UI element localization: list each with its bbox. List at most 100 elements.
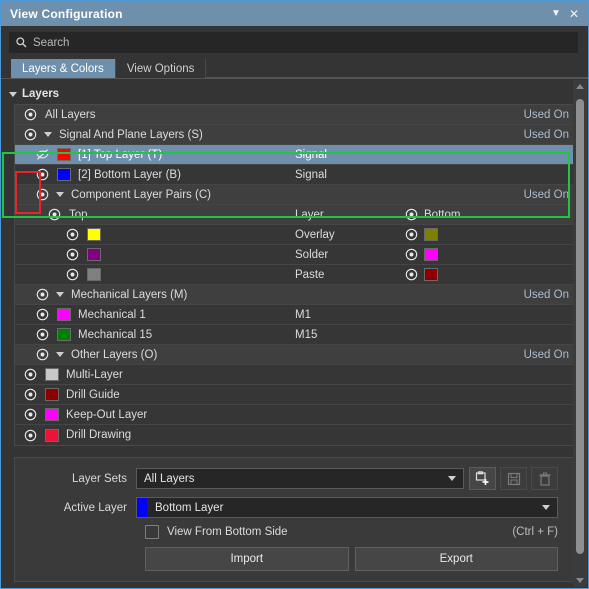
layer-name: Mechanical 15 [78, 328, 153, 341]
layers-section-header[interactable]: Layers [9, 88, 588, 100]
eye-toggle[interactable] [19, 408, 41, 421]
view-from-bottom-checkbox[interactable] [145, 525, 159, 539]
tab-bar: Layers & Colors View Options [1, 59, 588, 79]
layer-group-row[interactable]: Other Layers (O) Used On [15, 345, 578, 365]
layer-group-row[interactable]: Signal And Plane Layers (S) Used On [15, 125, 578, 145]
expander-icon[interactable] [41, 132, 55, 137]
layer-row[interactable]: Drill Guide [15, 385, 578, 405]
eye-toggle[interactable] [31, 148, 53, 161]
color-swatch-button[interactable] [87, 268, 101, 281]
eye-toggle[interactable] [19, 108, 41, 121]
tab-bar-filler [206, 59, 588, 78]
layer-pair-row[interactable]: Solder [15, 245, 578, 265]
eye-toggle-bottom-column[interactable] [405, 208, 418, 221]
layer-pair-header-row[interactable]: Top Layer Bottom [15, 205, 578, 225]
eye-toggle[interactable] [31, 168, 53, 181]
color-swatch-button[interactable] [45, 368, 59, 381]
expander-icon[interactable] [53, 292, 67, 297]
eye-toggle-bottom[interactable] [405, 228, 418, 241]
layer-name: Signal And Plane Layers (S) [59, 128, 203, 141]
color-swatch-button[interactable] [424, 228, 438, 241]
layer-row[interactable]: Keep-Out Layer [15, 405, 578, 425]
active-layer-dropdown[interactable]: Bottom Layer [136, 497, 558, 518]
used-on-link[interactable]: Used On [524, 349, 569, 361]
layer-sets-dropdown[interactable]: All Layers [136, 468, 464, 489]
layer-row[interactable]: Drill Drawing [15, 425, 578, 445]
layer-group-row[interactable]: All Layers Used On [15, 105, 578, 125]
eye-toggle[interactable] [19, 388, 41, 401]
eye-toggle-top[interactable] [61, 248, 83, 261]
eye-toggle-top[interactable] [61, 268, 83, 281]
layer-pair-bottom-cell [405, 248, 438, 261]
layer-name: Mechanical Layers (M) [71, 288, 188, 301]
column-header-bottom-cell: Bottom [405, 208, 460, 221]
scroll-down-button[interactable] [573, 574, 587, 587]
tab-view-options[interactable]: View Options [116, 59, 207, 78]
eye-toggle-bottom[interactable] [405, 268, 418, 281]
eye-toggle[interactable] [31, 308, 53, 321]
layer-name: Component Layer Pairs (C) [71, 188, 211, 201]
eye-toggle[interactable] [19, 368, 41, 381]
color-swatch-cell [53, 328, 75, 341]
color-swatch-cell [53, 168, 75, 181]
color-swatch-button[interactable] [57, 308, 71, 321]
color-swatch-button[interactable] [45, 428, 59, 442]
tab-layers-and-colors[interactable]: Layers & Colors [11, 59, 116, 78]
view-from-bottom-label: View From Bottom Side [167, 526, 288, 538]
scrollbar-thumb[interactable] [576, 99, 584, 554]
used-on-link[interactable]: Used On [524, 189, 569, 201]
active-layer-color-indicator [137, 498, 147, 517]
search-input[interactable]: Search [9, 32, 578, 53]
used-on-link[interactable]: Used On [524, 109, 569, 121]
window-title: View Configuration [10, 6, 123, 21]
color-swatch-button[interactable] [57, 328, 71, 341]
close-icon[interactable]: ✕ [566, 5, 582, 23]
eye-toggle[interactable] [31, 188, 53, 201]
eye-toggle[interactable] [31, 288, 53, 301]
eye-toggle[interactable] [19, 128, 41, 141]
chevron-down-icon [448, 476, 456, 481]
color-swatch-button[interactable] [57, 168, 71, 181]
used-on-link[interactable]: Used On [524, 129, 569, 141]
color-swatch-button[interactable] [57, 148, 71, 161]
eye-toggle-top-column[interactable] [43, 208, 65, 221]
layer-row[interactable]: Multi-Layer [15, 365, 578, 385]
layers-tree: All Layers Used On Signal And Plane Layers… [14, 104, 579, 446]
add-layer-set-button[interactable] [469, 467, 496, 490]
layer-row[interactable]: [2] Bottom Layer (B) Signal [15, 165, 578, 185]
scroll-up-button[interactable] [573, 80, 587, 93]
layer-group-row[interactable]: Component Layer Pairs (C) Used On [15, 185, 578, 205]
layer-pair-row[interactable]: Paste [15, 265, 578, 285]
used-on-link[interactable]: Used On [524, 289, 569, 301]
scrollbar-track[interactable] [573, 93, 587, 574]
expander-icon[interactable] [53, 192, 67, 197]
layer-pair-bottom-cell [405, 228, 438, 241]
eye-toggle[interactable] [31, 328, 53, 341]
layer-group-row[interactable]: Mechanical Layers (M) Used On [15, 285, 578, 305]
color-swatch-button[interactable] [45, 388, 59, 401]
view-from-bottom-shortcut: (Ctrl + F) [512, 526, 558, 538]
layer-pair-row[interactable]: Overlay [15, 225, 578, 245]
color-swatch-button[interactable] [87, 228, 101, 241]
layer-name: [1] Top Layer (T) [78, 148, 163, 161]
eye-toggle[interactable] [31, 348, 53, 361]
color-swatch-button[interactable] [424, 248, 438, 261]
color-swatch-button[interactable] [87, 248, 101, 261]
chevron-down-icon[interactable]: ▼ [548, 5, 564, 23]
eye-toggle-bottom[interactable] [405, 248, 418, 261]
vertical-scrollbar[interactable] [573, 80, 587, 587]
layer-sets-label: Layer Sets [72, 472, 127, 485]
import-button[interactable]: Import [145, 547, 349, 571]
expander-icon[interactable] [53, 352, 67, 357]
layer-row[interactable]: [1] Top Layer (T) Signal [15, 145, 578, 165]
delete-layer-set-button[interactable] [531, 467, 558, 490]
color-swatch-button[interactable] [45, 408, 59, 421]
layer-row[interactable]: Mechanical 15 M15 [15, 325, 578, 345]
color-swatch-cell [53, 148, 75, 161]
save-layer-set-button[interactable] [500, 467, 527, 490]
eye-toggle-top[interactable] [61, 228, 83, 241]
color-swatch-button[interactable] [424, 268, 438, 281]
export-button[interactable]: Export [354, 547, 558, 571]
eye-toggle[interactable] [19, 429, 41, 442]
layer-row[interactable]: Mechanical 1 M1 [15, 305, 578, 325]
